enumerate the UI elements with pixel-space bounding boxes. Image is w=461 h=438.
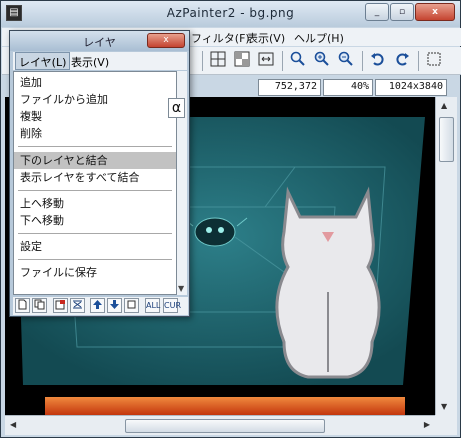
delete-layer-icon[interactable] [53, 298, 68, 313]
horizontal-scroll-thumb[interactable] [125, 419, 325, 433]
copy-layer-icon[interactable] [32, 298, 47, 313]
menu-separator [18, 146, 172, 147]
layer-panel: レイヤ x レイヤ(L) 表示(V) 追加 ファイルから追加 複製 削除 下のレ… [9, 30, 190, 317]
menu-item-move-up[interactable]: 上へ移動 [14, 195, 176, 212]
menu-help[interactable]: ヘルプ(H) [294, 30, 344, 46]
toolbar-separator [418, 51, 419, 71]
undo-icon[interactable] [368, 50, 388, 70]
new-layer-icon[interactable] [15, 298, 30, 313]
resize-grip[interactable] [435, 415, 457, 435]
layer-mask-icon[interactable] [124, 298, 139, 313]
merge-layer-icon[interactable] [70, 298, 85, 313]
title-bar[interactable]: ▤ AzPainter2 - bg.png _ ▫ x [1, 1, 460, 27]
menu-item-merge-down[interactable]: 下のレイヤと結合 [14, 152, 176, 169]
layer-menu[interactable]: レイヤ(L) [15, 52, 71, 70]
menu-separator [18, 233, 172, 234]
app-window: ▤ AzPainter2 - bg.png _ ▫ x フィルタ(F) 表示(V… [0, 0, 461, 438]
layer-panel-close-button[interactable]: x [147, 33, 185, 48]
layer-panel-titlebar[interactable]: レイヤ x [10, 31, 189, 51]
scroll-down-icon[interactable]: ▼ [441, 402, 447, 411]
layer-panel-menubar: レイヤ(L) 表示(V) [13, 52, 187, 70]
close-button[interactable]: x [415, 3, 455, 21]
fit-width-icon[interactable] [256, 50, 276, 70]
white-cat-character [275, 186, 381, 379]
vertical-scroll-thumb[interactable] [439, 117, 454, 162]
toolbar-separator [202, 51, 203, 71]
scroll-up-icon[interactable]: ▲ [441, 101, 447, 110]
menu-item-duplicate[interactable]: 複製 [14, 108, 176, 125]
minimize-button[interactable]: _ [365, 3, 389, 21]
menu-view[interactable]: 表示(V) [247, 30, 285, 46]
menu-separator [18, 259, 172, 260]
layer-panel-toolbar: ALL CUR [13, 297, 188, 315]
menu-item-add[interactable]: 追加 [14, 74, 176, 91]
zoom-out-icon[interactable] [336, 50, 356, 70]
layer-dropdown-menu: 追加 ファイルから追加 複製 削除 下のレイヤと結合 表示レイヤをすべて結合 上… [13, 71, 177, 295]
cursor-coordinates: 752,372 [258, 79, 321, 96]
scroll-right-icon[interactable]: ▶ [424, 420, 430, 429]
tool-icon[interactable] [424, 50, 444, 70]
menu-item-save-to-file[interactable]: ファイルに保存 [14, 264, 176, 281]
toolbar-separator [362, 51, 363, 71]
scroll-left-icon[interactable]: ◀ [10, 420, 16, 429]
menu-filter[interactable]: フィルタ(F) [191, 30, 250, 46]
menu-item-move-down[interactable]: 下へ移動 [14, 212, 176, 229]
move-down-icon[interactable] [107, 298, 122, 313]
scroll-down-icon[interactable]: ▼ [178, 284, 184, 293]
zoom-level: 40% [323, 79, 373, 96]
show-all-button[interactable]: ALL [145, 298, 160, 313]
zoom-fit-icon[interactable] [288, 50, 308, 70]
horizontal-scrollbar[interactable]: ◀ ▶ [5, 415, 435, 435]
show-current-button[interactable]: CUR [163, 298, 181, 313]
checker-icon[interactable] [232, 50, 252, 70]
maximize-button[interactable]: ▫ [390, 3, 414, 21]
menu-item-merge-visible[interactable]: 表示レイヤをすべて結合 [14, 169, 176, 186]
grid-icon[interactable] [208, 50, 228, 70]
image-size: 1024x3840 [375, 79, 447, 96]
menu-item-settings[interactable]: 設定 [14, 238, 176, 255]
alpha-lock-button[interactable]: α [168, 98, 185, 118]
menu-item-delete[interactable]: 削除 [14, 125, 176, 142]
toolbar-separator [282, 51, 283, 71]
menu-item-add-from-file[interactable]: ファイルから追加 [14, 91, 176, 108]
move-up-icon[interactable] [90, 298, 105, 313]
zoom-in-icon[interactable] [312, 50, 332, 70]
vertical-scrollbar[interactable]: ▲ ▼ [435, 97, 457, 415]
layer-view-menu[interactable]: 表示(V) [68, 54, 112, 70]
redo-icon[interactable] [392, 50, 412, 70]
menu-separator [18, 190, 172, 191]
